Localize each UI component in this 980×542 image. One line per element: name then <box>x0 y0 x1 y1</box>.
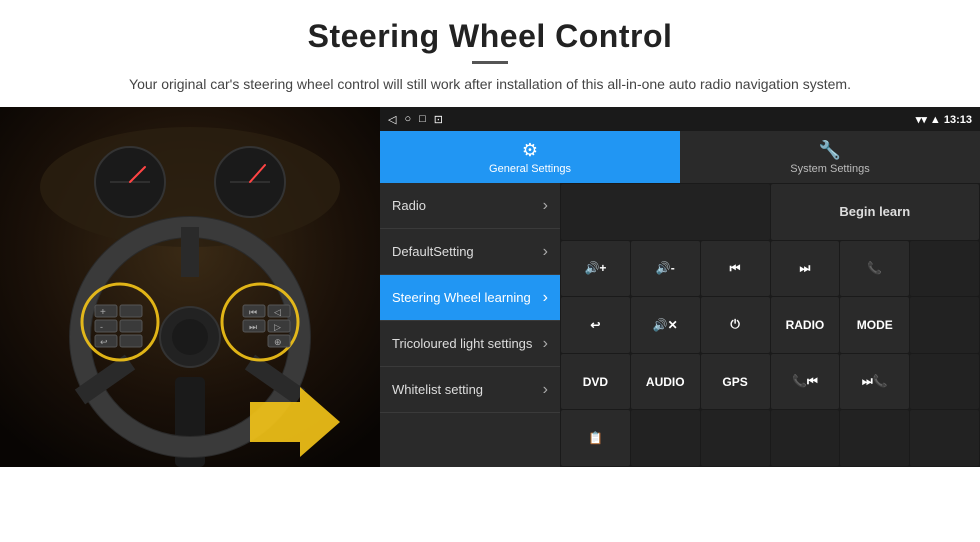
menu-radio-label: Radio <box>392 198 426 213</box>
home-icon[interactable]: ○ <box>404 113 411 126</box>
ctrl-list[interactable]: 📋 <box>561 410 630 466</box>
ctrl-mode[interactable]: MODE <box>840 297 909 353</box>
left-menu: Radio › DefaultSetting › Steering Wheel … <box>380 183 560 467</box>
svg-text:+: + <box>100 307 106 318</box>
tab-bar: ⚙ General Settings 🔧 System Settings <box>380 131 980 183</box>
vol-down-icon: 🔊- <box>656 261 675 275</box>
svg-text:⏭: ⏭ <box>249 322 257 332</box>
ctrl-empty-8 <box>840 410 909 466</box>
ctrl-call-prev[interactable]: 📞⏮ <box>771 354 840 410</box>
svg-text:-: - <box>100 322 103 332</box>
power-icon: ⏻ <box>730 317 740 332</box>
cast-icon[interactable]: ⊡ <box>434 113 443 126</box>
hang-up-icon: ↩ <box>590 318 600 332</box>
ctrl-empty-2 <box>910 241 979 297</box>
status-bar: ◁ ○ □ ⊡ ▾▾ ▲ 13:13 <box>380 107 980 131</box>
android-ui: ◁ ○ □ ⊡ ▾▾ ▲ 13:13 ⚙ General Settings 🔧 … <box>380 107 980 467</box>
status-bar-time: ▾▾ ▲ 13:13 <box>916 113 972 126</box>
dvd-label: DVD <box>583 375 608 389</box>
begin-learn-button[interactable]: Begin learn <box>771 184 980 240</box>
menu-whitelist-label: Whitelist setting <box>392 382 483 397</box>
ctrl-radio[interactable]: RADIO <box>771 297 840 353</box>
menu-item-radio[interactable]: Radio › <box>380 183 560 229</box>
ctrl-dvd[interactable]: DVD <box>561 354 630 410</box>
vol-up-icon: 🔊+ <box>584 261 606 275</box>
signal-icon: ▾▾ <box>916 114 927 126</box>
menu-steering-label: Steering Wheel learning <box>392 290 531 305</box>
svg-text:◁: ◁ <box>274 307 281 317</box>
svg-text:⊕: ⊕ <box>274 337 282 347</box>
general-settings-icon: ⚙ <box>522 140 538 161</box>
ctrl-hang-up[interactable]: ↩ <box>561 297 630 353</box>
ctrl-next[interactable]: ⏭ <box>771 241 840 297</box>
svg-text:⏮: ⏮ <box>249 307 257 317</box>
tab-general-label: General Settings <box>489 163 571 175</box>
tab-general-settings[interactable]: ⚙ General Settings <box>380 131 680 183</box>
ctrl-empty-7 <box>771 410 840 466</box>
ctrl-mute[interactable]: 🔊✕ <box>631 297 700 353</box>
ctrl-empty-6 <box>701 410 770 466</box>
ctrl-call-next[interactable]: ⏭📞 <box>840 354 909 410</box>
svg-text:↩: ↩ <box>100 337 108 347</box>
next-icon: ⏭ <box>800 261 811 276</box>
status-bar-nav: ◁ ○ □ ⊡ <box>388 113 443 126</box>
menu-item-whitelist[interactable]: Whitelist setting › <box>380 367 560 413</box>
title-divider <box>472 61 508 64</box>
right-controls: Begin learn 🔊+ 🔊- ⏮ ⏭ 📞 <box>560 183 980 467</box>
car-image-section: + - ↩ ⏮ ⏭ ◁ ▷ ⊕ <box>0 107 380 467</box>
gps-label: GPS <box>722 375 747 389</box>
ctrl-empty-5 <box>631 410 700 466</box>
chevron-icon: › <box>543 197 548 215</box>
page-title: Steering Wheel Control <box>20 18 960 55</box>
call-icon: 📞 <box>867 261 882 275</box>
radio-label: RADIO <box>786 318 825 332</box>
ctrl-audio[interactable]: AUDIO <box>631 354 700 410</box>
menu-item-tricoloured[interactable]: Tricoloured light settings › <box>380 321 560 367</box>
ctrl-vol-down[interactable]: 🔊- <box>631 241 700 297</box>
ctrl-empty-1 <box>561 184 770 240</box>
content-area: Radio › DefaultSetting › Steering Wheel … <box>380 183 980 467</box>
ctrl-empty-4 <box>910 354 979 410</box>
ctrl-call[interactable]: 📞 <box>840 241 909 297</box>
chevron-icon: › <box>543 335 548 353</box>
call-next-icon: ⏭📞 <box>862 374 888 389</box>
tab-system-label: System Settings <box>790 163 869 175</box>
ctrl-empty-3 <box>910 297 979 353</box>
menu-item-steering-wheel[interactable]: Steering Wheel learning › <box>380 275 560 321</box>
chevron-icon: › <box>543 243 548 261</box>
main-content: + - ↩ ⏮ ⏭ ◁ ▷ ⊕ <box>0 107 980 467</box>
ctrl-power[interactable]: ⏻ <box>701 297 770 353</box>
back-icon[interactable]: ◁ <box>388 113 396 126</box>
menu-item-default-setting[interactable]: DefaultSetting › <box>380 229 560 275</box>
time-display: 13:13 <box>944 114 972 126</box>
prev-icon: ⏮ <box>730 261 741 276</box>
ctrl-prev[interactable]: ⏮ <box>701 241 770 297</box>
page-header: Steering Wheel Control Your original car… <box>0 0 980 105</box>
menu-tricoloured-label: Tricoloured light settings <box>392 336 532 351</box>
car-background: + - ↩ ⏮ ⏭ ◁ ▷ ⊕ <box>0 107 380 467</box>
tab-system-settings[interactable]: 🔧 System Settings <box>680 131 980 183</box>
system-settings-icon: 🔧 <box>819 140 841 161</box>
ctrl-vol-up[interactable]: 🔊+ <box>561 241 630 297</box>
ctrl-empty-9 <box>910 410 979 466</box>
menu-default-label: DefaultSetting <box>392 244 474 259</box>
steering-wheel-svg: + - ↩ ⏮ ⏭ ◁ ▷ ⊕ <box>0 107 380 467</box>
call-prev-icon: 📞⏮ <box>792 374 818 389</box>
ctrl-gps[interactable]: GPS <box>701 354 770 410</box>
wifi-icon: ▲ <box>930 114 941 126</box>
recents-icon[interactable]: □ <box>419 113 426 126</box>
chevron-icon: › <box>543 381 548 399</box>
audio-label: AUDIO <box>646 375 685 389</box>
list-icon: 📋 <box>588 431 603 445</box>
mute-icon: 🔊✕ <box>653 318 678 332</box>
mode-label: MODE <box>857 318 893 332</box>
svg-text:▷: ▷ <box>274 322 281 332</box>
header-subtitle: Your original car's steering wheel contr… <box>20 74 960 95</box>
chevron-icon: › <box>543 289 548 307</box>
